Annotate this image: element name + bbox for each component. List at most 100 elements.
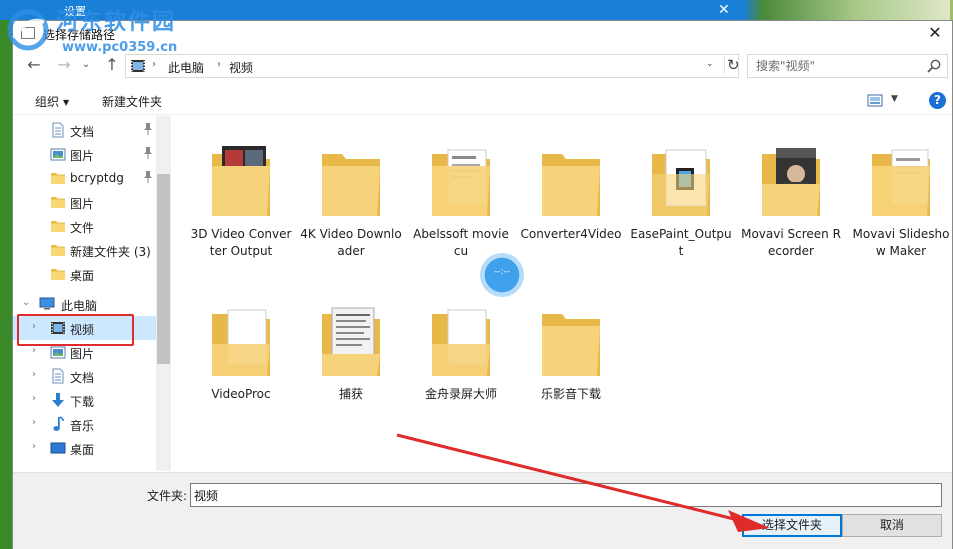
search-box xyxy=(747,54,948,78)
search-input[interactable] xyxy=(750,56,925,76)
folder-icon xyxy=(51,269,65,280)
sidebar-item-this-pc[interactable]: ⌄ 此电脑 xyxy=(13,292,156,316)
expand-chevron-icon[interactable]: › xyxy=(32,441,42,452)
folder-item[interactable]: VideoProc xyxy=(190,294,292,444)
scrollbar-thumb[interactable] xyxy=(157,174,170,364)
screenshot-folder-thumbnail-icon xyxy=(322,307,380,376)
site-watermark: 河东软件园 www.pc0359.cn xyxy=(6,0,216,64)
sidebar-item-music[interactable]: › 音乐 xyxy=(13,412,156,436)
view-icon xyxy=(867,94,883,107)
navigation-scrollbar[interactable] xyxy=(156,116,171,471)
sidebar-item-bcryptdg[interactable]: bcryptdg xyxy=(13,166,156,190)
sidebar-item-new-folder-3[interactable]: 新建文件夹 (3) xyxy=(13,238,156,262)
sidebar-item-documents[interactable]: › 文档 xyxy=(13,364,156,388)
close-icon[interactable]: ✕ xyxy=(924,23,946,42)
pin-icon xyxy=(142,146,154,160)
sidebar-item-downloads[interactable]: › 下载 xyxy=(13,388,156,412)
sidebar-item-label: 图片 xyxy=(70,197,95,211)
folder-item[interactable]: 乐影音下载 xyxy=(520,294,622,444)
desktop-icon xyxy=(50,442,66,454)
sidebar-item-label: 新建文件夹 (3) xyxy=(70,245,151,259)
folder-name: 乐影音下载 xyxy=(540,387,601,401)
breadcrumb-separator-icon[interactable]: › xyxy=(217,59,221,70)
folder-picker-dialog: 选择存储路径 ✕ ← → ⌄ ↑ › 此电脑 › 视频 ⌄ ↻ 搜索"视频" 组… xyxy=(12,20,953,549)
pictures-icon xyxy=(50,148,66,161)
loading-text: --:-- xyxy=(493,267,511,277)
folder-item[interactable]: 金舟录屏大师 xyxy=(410,294,512,444)
select-folder-button[interactable]: 选择文件夹 xyxy=(742,514,842,537)
folder-name: Movavi Screen Recorder xyxy=(741,227,841,258)
folder-name: 3D Video Converter Output xyxy=(190,227,292,258)
file-list[interactable]: 3D Video Converter Output 4K Video Downl… xyxy=(175,116,953,471)
cancel-button[interactable]: 取消 xyxy=(842,514,942,537)
folder-name: 金舟录屏大师 xyxy=(424,387,497,401)
organize-dropdown-icon: ▼ xyxy=(63,98,70,107)
refresh-icon[interactable]: ↻ xyxy=(724,56,740,74)
folder-item[interactable]: 3D Video Converter Output xyxy=(190,134,292,284)
sidebar-item-label: bcryptdg xyxy=(70,171,124,185)
folder-name: 捕获 xyxy=(338,387,363,401)
sidebar-item-files-folder[interactable]: 文件 xyxy=(13,214,156,238)
blank-folder-thumbnail-icon xyxy=(432,309,490,376)
pin-icon xyxy=(142,170,154,184)
folder-icon xyxy=(51,221,65,232)
folder-item[interactable]: Converter4Video xyxy=(520,134,622,284)
folder-icon xyxy=(322,154,380,216)
folder-item[interactable]: 4K Video Downloader xyxy=(300,134,402,284)
sidebar-item-label: 文档 xyxy=(70,371,95,385)
folder-icon xyxy=(51,245,65,256)
collapse-chevron-icon[interactable]: ⌄ xyxy=(22,297,32,308)
sidebar-item-label: 此电脑 xyxy=(61,299,98,313)
breadcrumb-videos[interactable]: 视频 xyxy=(229,59,253,76)
sidebar-item-pictures-quick[interactable]: 图片 xyxy=(13,142,156,166)
watermark-url: www.pc0359.cn xyxy=(62,40,178,55)
expand-chevron-icon[interactable]: › xyxy=(32,345,42,356)
expand-chevron-icon[interactable]: › xyxy=(32,417,42,428)
sidebar-item-desktop-folder[interactable]: 桌面 xyxy=(13,262,156,286)
document-icon xyxy=(52,122,64,138)
folder-name: Converter4Video xyxy=(520,227,622,241)
address-bar[interactable]: › 此电脑 › 视频 ⌄ ↻ xyxy=(125,54,740,78)
folder-icon xyxy=(542,314,600,376)
address-history-chevron-icon[interactable]: ⌄ xyxy=(706,59,720,69)
expand-chevron-icon[interactable]: › xyxy=(32,393,42,404)
background-close-icon[interactable]: ✕ xyxy=(718,2,730,18)
sidebar-item-label: 文档 xyxy=(70,125,95,139)
organize-button[interactable]: 组织 ▼ xyxy=(35,93,69,110)
pictures-icon xyxy=(50,346,66,359)
annotation-highlight-box xyxy=(17,314,134,346)
organize-label: 组织 xyxy=(35,95,60,109)
dialog-footer: 文件夹: 选择文件夹 取消 xyxy=(13,472,952,549)
command-toolbar: 组织 ▼ 新建文件夹 ▼ ? xyxy=(13,87,952,115)
search-icon[interactable] xyxy=(926,58,942,74)
change-view-button[interactable]: ▼ xyxy=(867,93,903,109)
watermark-logo-icon xyxy=(7,9,49,51)
video-folder-thumbnail-icon xyxy=(212,146,270,216)
folder-item[interactable]: Movavi Slideshow Maker xyxy=(850,134,952,284)
photo-folder-thumbnail-icon xyxy=(762,148,820,216)
folder-item[interactable]: Movavi Screen Recorder xyxy=(740,134,842,284)
music-icon xyxy=(53,416,65,431)
folder-item[interactable]: 捕获 xyxy=(300,294,402,444)
document-icon xyxy=(52,368,64,384)
new-folder-button[interactable]: 新建文件夹 xyxy=(102,93,162,110)
computer-icon xyxy=(39,297,55,310)
expand-chevron-icon[interactable]: › xyxy=(32,369,42,380)
sidebar-item-desktop[interactable]: › 桌面 xyxy=(13,436,156,460)
folder-name: 4K Video Downloader xyxy=(300,227,402,258)
navigation-pane[interactable]: 文档 图片 bcryptdg 图片 文件 新建文件夹 (3) 桌面 ⌄ 此电脑 … xyxy=(13,116,171,471)
folder-item[interactable]: EasePaint_Output xyxy=(630,134,732,284)
sidebar-item-pictures-folder[interactable]: 图片 xyxy=(13,190,156,214)
sidebar-item-documents-quick[interactable]: 文档 xyxy=(13,118,156,142)
folder-icon xyxy=(51,197,65,208)
view-dropdown-icon: ▼ xyxy=(891,94,898,104)
document-folder-thumbnail-icon xyxy=(872,149,930,216)
folder-name-input[interactable] xyxy=(190,483,942,507)
folder-icon xyxy=(51,173,65,184)
sidebar-item-label: 音乐 xyxy=(70,419,95,433)
media-folder-thumbnail-icon xyxy=(652,149,710,216)
download-icon xyxy=(52,393,64,407)
sidebar-item-label: 图片 xyxy=(70,347,95,361)
folder-icon xyxy=(542,154,600,216)
help-icon[interactable]: ? xyxy=(929,92,946,109)
